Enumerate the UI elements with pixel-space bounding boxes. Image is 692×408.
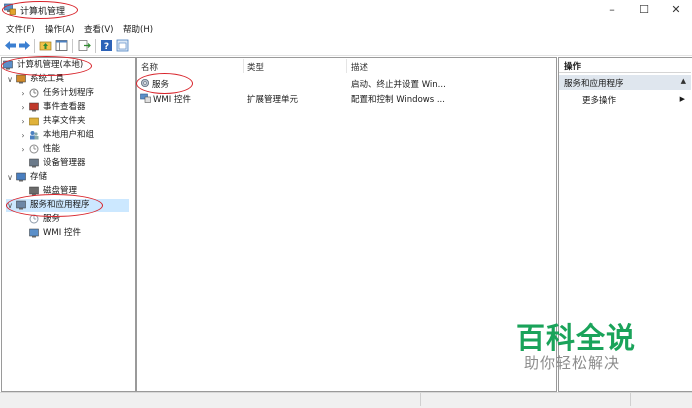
tree-item-label: 事件查看器 bbox=[43, 102, 86, 112]
expand-down-icon[interactable]: ∨ bbox=[6, 171, 14, 184]
tree-item-label: 存储 bbox=[30, 172, 48, 182]
tree-item-12[interactable]: WMI 控件 bbox=[19, 227, 129, 240]
tree-item-2[interactable]: › 任务计划程序 bbox=[19, 87, 129, 100]
shared-folder-icon bbox=[29, 117, 39, 126]
expander-placeholder bbox=[19, 157, 27, 170]
menu-file[interactable]: 文件(F) bbox=[6, 23, 35, 35]
wmi-icon bbox=[140, 93, 151, 103]
status-bar bbox=[0, 392, 692, 408]
column-header-type[interactable]: 类型 bbox=[247, 61, 264, 73]
wmi-icon bbox=[29, 228, 39, 238]
annotation-oval-services bbox=[136, 73, 193, 94]
minimize-button[interactable]: – bbox=[598, 0, 626, 20]
clock-icon bbox=[29, 88, 39, 98]
tree-item-5[interactable]: › 本地用户和组 bbox=[19, 129, 129, 142]
menu-help[interactable]: 帮助(H) bbox=[123, 23, 153, 35]
tools-icon bbox=[16, 74, 26, 84]
actions-section-services-apps[interactable]: 服务和应用程序 ▲ bbox=[559, 75, 691, 90]
tree-item-label: 性能 bbox=[43, 144, 61, 154]
annotation-oval-services-apps bbox=[6, 194, 103, 217]
tree-item-label: 本地用户和组 bbox=[43, 130, 95, 140]
list-cell-description: 启动、终止并设置 Win... bbox=[351, 80, 446, 90]
tree-item-6[interactable]: › 性能 bbox=[19, 143, 129, 156]
show-hide-tree-icon[interactable] bbox=[55, 39, 68, 52]
expander-placeholder bbox=[19, 227, 27, 240]
actions-section-label: 服务和应用程序 bbox=[564, 79, 624, 89]
expand-right-icon[interactable]: › bbox=[19, 143, 27, 156]
tree-item-label: 共享文件夹 bbox=[43, 116, 86, 126]
collapse-arrow-icon[interactable]: ▲ bbox=[681, 77, 686, 85]
toolbar-separator bbox=[34, 39, 35, 53]
column-separator[interactable] bbox=[346, 59, 347, 73]
toolbar-separator bbox=[72, 39, 73, 53]
back-arrow-icon[interactable] bbox=[4, 39, 17, 52]
column-header-name[interactable]: 名称 bbox=[141, 61, 158, 73]
annotation-oval-title bbox=[2, 1, 78, 19]
svg-text:?: ? bbox=[104, 42, 109, 52]
device-manager-icon bbox=[29, 158, 39, 168]
annotation-oval-root bbox=[1, 56, 92, 76]
close-button[interactable]: ✕ bbox=[662, 0, 690, 20]
actions-header: 操作 bbox=[559, 58, 691, 73]
up-folder-icon[interactable] bbox=[39, 39, 52, 52]
tree-item-label: WMI 控件 bbox=[43, 228, 81, 238]
tree-item-7[interactable]: 设备管理器 bbox=[19, 157, 129, 170]
watermark-logo-text: 百科全说 bbox=[516, 321, 637, 355]
submenu-arrow-icon: ▶ bbox=[679, 95, 685, 103]
expand-right-icon[interactable]: › bbox=[19, 101, 27, 114]
export-list-icon[interactable] bbox=[78, 39, 91, 52]
list-cell-type: 扩展管理单元 bbox=[247, 95, 299, 105]
expand-right-icon[interactable]: › bbox=[19, 115, 27, 128]
expand-right-icon[interactable]: › bbox=[19, 87, 27, 100]
expand-down-icon[interactable]: ∨ bbox=[6, 73, 14, 86]
menu-action[interactable]: 操作(A) bbox=[45, 23, 74, 35]
status-divider bbox=[420, 393, 422, 406]
column-header-description[interactable]: 描述 bbox=[351, 61, 368, 73]
list-cell-description: 配置和控制 Windows ... bbox=[351, 95, 445, 105]
forward-arrow-icon[interactable] bbox=[18, 39, 31, 52]
title-bar bbox=[0, 0, 692, 20]
users-icon bbox=[30, 131, 39, 140]
actions-header-label: 操作 bbox=[564, 62, 582, 72]
expand-right-icon[interactable]: › bbox=[19, 129, 27, 142]
tree-item-3[interactable]: › 事件查看器 bbox=[19, 101, 129, 114]
column-separator[interactable] bbox=[243, 59, 244, 73]
tree-item-4[interactable]: › 共享文件夹 bbox=[19, 115, 129, 128]
tree-item-1[interactable]: ∨ 系统工具 bbox=[6, 73, 129, 86]
action-label: 更多操作 bbox=[582, 96, 617, 106]
list-cell-name: WMI 控件 bbox=[153, 95, 191, 105]
properties-pane-icon[interactable] bbox=[116, 39, 129, 52]
toolbar-separator bbox=[95, 39, 96, 53]
status-divider bbox=[630, 393, 632, 406]
performance-icon bbox=[29, 144, 39, 154]
help-icon[interactable]: ? bbox=[100, 39, 113, 52]
maximize-button[interactable]: ☐ bbox=[630, 0, 658, 20]
tree-item-8[interactable]: ∨ 存储 bbox=[6, 171, 129, 184]
action-more-actions[interactable]: 更多操作 ▶ bbox=[559, 93, 691, 106]
menu-view[interactable]: 查看(V) bbox=[84, 23, 113, 35]
tree-item-label: 任务计划程序 bbox=[43, 88, 95, 98]
tree-item-label: 设备管理器 bbox=[43, 158, 86, 168]
details-list-pane bbox=[136, 57, 557, 392]
event-viewer-icon bbox=[29, 102, 39, 112]
watermark-slogan: 助你轻松解决 bbox=[524, 354, 621, 372]
storage-icon bbox=[16, 172, 26, 182]
